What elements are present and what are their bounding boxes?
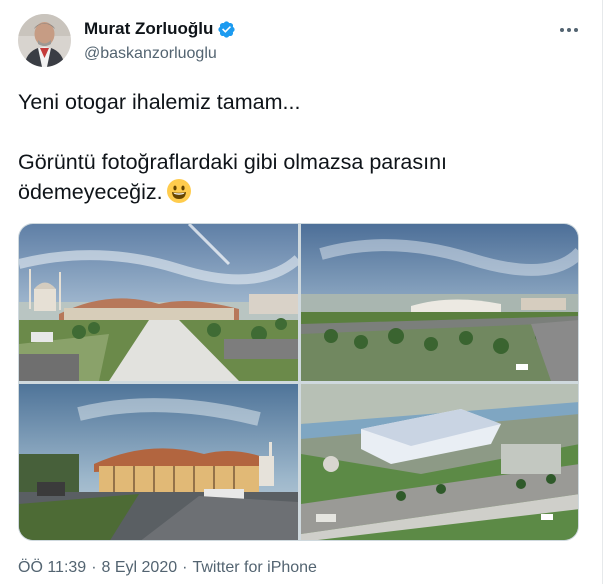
tweet-line-2: Görüntü fotoğraflardaki gibi olmazsa par… — [18, 150, 448, 204]
tweet-time[interactable]: ÖÖ 11:39 — [18, 559, 86, 577]
photo-4[interactable] — [301, 384, 578, 540]
meta-separator-2: · — [182, 559, 188, 576]
tweet-header: Murat Zorluoğlu @baskanzorluoglu — [18, 14, 586, 70]
verified-badge-icon — [217, 20, 236, 39]
media-grid — [18, 223, 579, 541]
tweet-date[interactable]: 8 Eyl 2020 — [102, 559, 178, 577]
bus-terminal-render-icon — [301, 224, 578, 381]
tweet-text: Yeni otogar ihalemiz tamam... Görüntü fo… — [18, 87, 578, 207]
tweet-card: Murat Zorluoğlu @baskanzorluoglu Yeni ot… — [0, 0, 603, 584]
more-options-icon[interactable] — [556, 18, 584, 40]
tweet-line-2-wrap: Görüntü fotoğraflardaki gibi olmazsa par… — [18, 147, 578, 207]
tweet-line-1: Yeni otogar ihalemiz tamam... — [18, 90, 301, 114]
photo-2[interactable] — [301, 224, 578, 381]
photo-1[interactable] — [19, 224, 298, 381]
photo-3[interactable] — [19, 384, 298, 540]
display-name[interactable]: Murat Zorluoğlu — [84, 19, 213, 39]
avatar[interactable] — [18, 14, 71, 67]
bus-terminal-render-icon — [19, 224, 298, 381]
name-row: Murat Zorluoğlu — [84, 19, 236, 39]
tweet-meta: ÖÖ 11:39 · 8 Eyl 2020 · Twitter for iPho… — [18, 559, 317, 577]
meta-separator-1: · — [91, 559, 97, 576]
profile-photo-icon — [18, 14, 71, 67]
author-handle[interactable]: @baskanzorluoglu — [84, 45, 236, 63]
bus-terminal-render-icon — [301, 384, 578, 540]
bus-terminal-render-icon — [19, 384, 298, 540]
grinning-face-emoji-icon — [166, 178, 192, 204]
author-block: Murat Zorluoğlu @baskanzorluoglu — [84, 19, 236, 63]
tweet-source[interactable]: Twitter for iPhone — [192, 559, 317, 577]
